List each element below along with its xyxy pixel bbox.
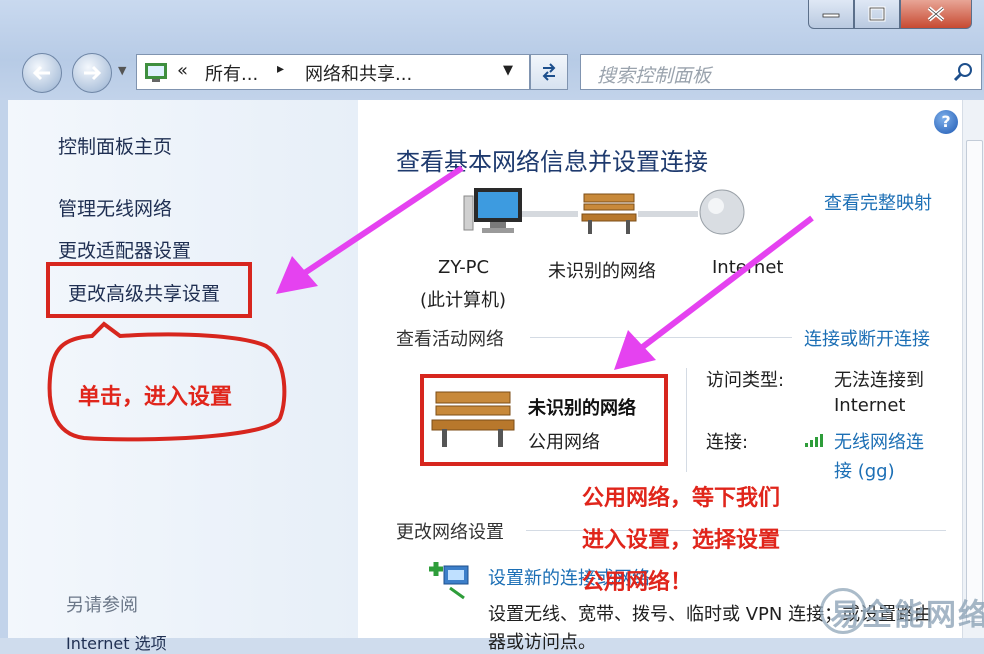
map-node-pc-name: ZY-PC	[438, 257, 490, 278]
connect-disconnect-link[interactable]: 连接或断开连接	[804, 325, 930, 351]
refresh-button[interactable]	[530, 54, 568, 90]
access-type-value: 无法连接到	[834, 370, 924, 391]
breadcrumb-prefix[interactable]: «	[177, 60, 188, 81]
maximize-icon	[868, 6, 886, 22]
map-node-internet: Internet	[712, 257, 784, 278]
wireless-signal-icon	[805, 434, 823, 447]
divider	[686, 368, 687, 472]
note-text-line-2: 进入设置，选择设置	[582, 528, 781, 553]
help-icon[interactable]: ?	[934, 110, 958, 134]
address-bar[interactable]: « 所有... ▸ 网络和共享... ▼	[136, 54, 530, 90]
map-node-network: 未识别的网络	[548, 261, 656, 282]
breadcrumb-network-sharing[interactable]: 网络和共享...	[305, 60, 412, 86]
wireless-connection-link-2[interactable]: 接 (gg)	[834, 457, 895, 483]
caption-buttons	[808, 0, 972, 30]
watermark-text: 易全能网络	[830, 598, 984, 633]
click-hint-text: 单击，进入设置	[78, 385, 233, 410]
sidebar-item-manage-wireless[interactable]: 管理无线网络	[58, 194, 172, 221]
note-text-line-3: 公用网络！	[582, 570, 693, 595]
setup-connection-desc-2: 器或访问点。	[488, 632, 596, 653]
vertical-scrollbar[interactable]	[962, 100, 984, 638]
close-button[interactable]	[900, 0, 972, 29]
sidebar-item-change-adapter[interactable]: 更改适配器设置	[58, 236, 191, 263]
note-text-line-1: 公用网络，等下我们	[582, 486, 781, 511]
highlight-box-advanced-sharing	[46, 262, 252, 318]
bench-icon	[581, 193, 637, 234]
access-type-value-2: Internet	[834, 395, 906, 416]
scrollbar-thumb[interactable]	[966, 140, 983, 622]
sidebar-item-control-panel-home[interactable]: 控制面板主页	[58, 132, 172, 159]
forward-button[interactable]	[72, 53, 112, 93]
wireless-connection-link[interactable]: 无线网络连	[834, 428, 924, 454]
network-folder-icon	[145, 63, 167, 82]
breadcrumb-all-items[interactable]: 所有...	[205, 60, 258, 86]
page-title: 查看基本网络信息并设置连接	[396, 148, 708, 176]
minimize-icon	[822, 13, 840, 18]
highlight-box-active-network	[420, 374, 668, 466]
arrow-right-icon	[84, 65, 102, 81]
view-full-map-link[interactable]: 查看完整映射	[824, 189, 932, 215]
breadcrumb-separator[interactable]: ▸	[277, 61, 284, 77]
separator	[530, 337, 792, 338]
close-icon	[927, 6, 945, 22]
globe-icon	[699, 189, 745, 235]
address-dropdown-icon[interactable]: ▼	[503, 63, 513, 78]
back-button[interactable]	[22, 53, 62, 93]
arrow-left-icon	[32, 65, 50, 81]
maximize-button[interactable]	[854, 0, 900, 29]
map-connector-2	[638, 211, 698, 217]
see-also-heading: 另请参阅	[66, 595, 138, 616]
new-connection-icon	[429, 562, 469, 600]
refresh-icon	[542, 63, 556, 81]
search-icon[interactable]	[953, 62, 973, 82]
change-settings-heading: 更改网络设置	[396, 522, 504, 543]
minimize-button[interactable]	[808, 0, 854, 29]
map-node-pc-label: (此计算机)	[420, 290, 507, 311]
connection-label: 连接:	[706, 432, 749, 453]
sidebar-item-internet-options[interactable]: Internet 选项	[66, 630, 167, 654]
recent-pages-dropdown[interactable]: ▼	[118, 64, 126, 77]
active-networks-heading: 查看活动网络	[396, 329, 504, 350]
map-connector-1	[522, 211, 578, 217]
search-placeholder: 搜索控制面板	[597, 65, 712, 87]
access-type-label: 访问类型:	[706, 370, 785, 391]
search-input[interactable]: 搜索控制面板	[580, 54, 982, 90]
